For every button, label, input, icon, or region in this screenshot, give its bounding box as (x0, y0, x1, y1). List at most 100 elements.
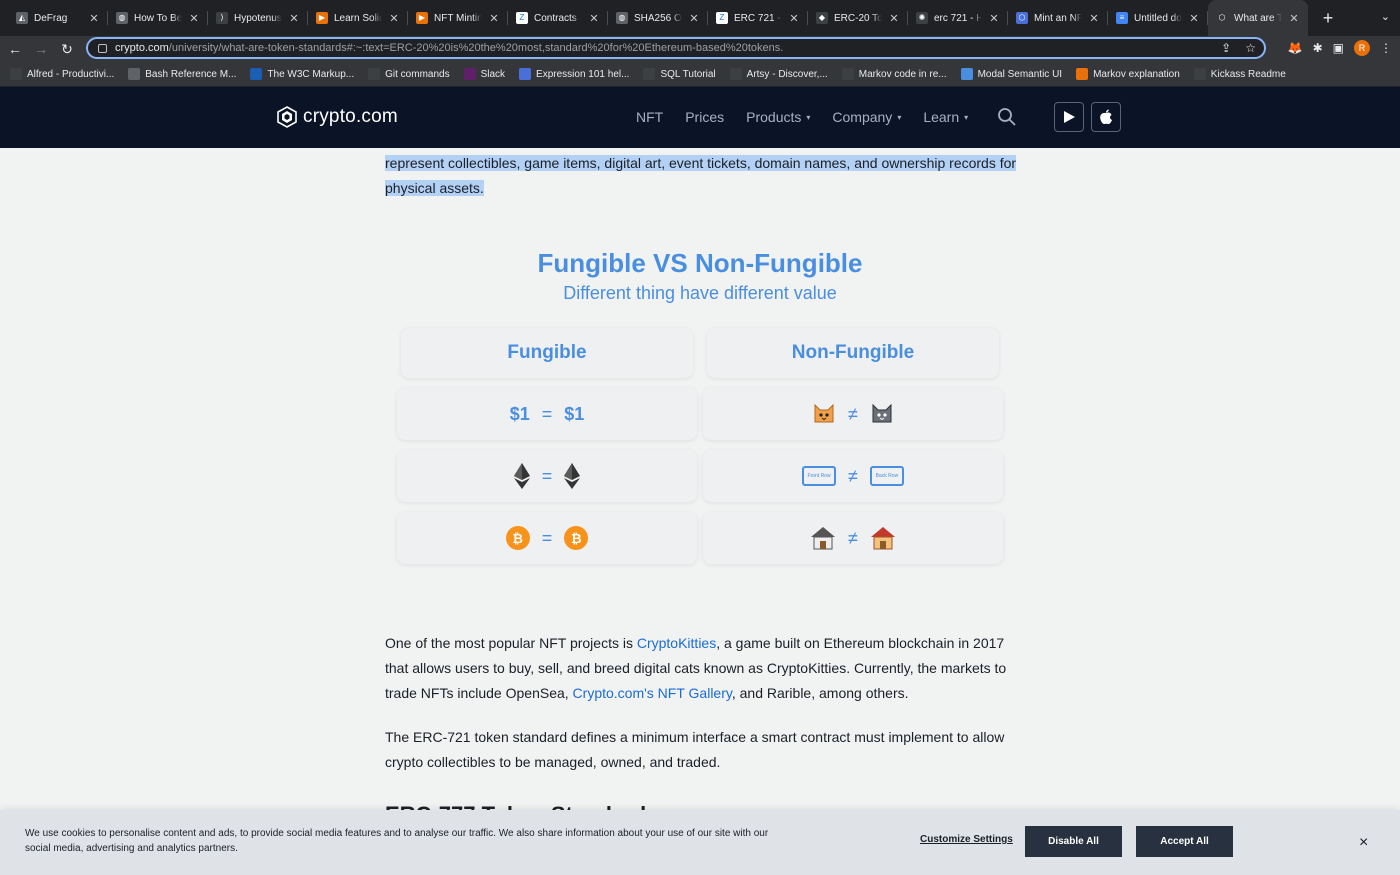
nav-company[interactable]: Company ▾ (832, 109, 901, 125)
gray-cat-icon (872, 403, 892, 423)
nft-gallery-link[interactable]: Crypto.com's NFT Gallery (573, 685, 732, 701)
tab-favicon-icon: ◍ (116, 12, 128, 24)
tab-close-icon[interactable]: ✕ (1188, 12, 1200, 25)
house-icon (870, 527, 895, 550)
tab-title: erc 721 - How (934, 12, 982, 24)
tab-close-icon[interactable]: ✕ (488, 12, 500, 25)
tab-close-icon[interactable]: ✕ (988, 12, 1000, 25)
tab-close-icon[interactable]: ✕ (1088, 12, 1100, 25)
tab-close-icon[interactable]: ✕ (1288, 12, 1300, 25)
bookmark-item[interactable]: Alfred - Productivi... (10, 68, 114, 80)
tab-favicon-icon: ◍ (616, 12, 628, 24)
tab-close-icon[interactable]: ✕ (88, 12, 100, 25)
chevron-down-icon: ▾ (806, 112, 811, 122)
article-content: represent collectibles, game items, digi… (0, 148, 1400, 875)
tab-close-icon[interactable]: ✕ (588, 12, 600, 25)
bookmark-item[interactable]: Expression 101 hel... (519, 68, 629, 80)
tab-search-icon[interactable]: ⌄ (1381, 10, 1390, 23)
equals-sign: = (541, 465, 553, 486)
tab-close-icon[interactable]: ✕ (188, 12, 200, 25)
bookmark-favicon-icon (1076, 68, 1089, 80)
bookmark-favicon-icon (1193, 68, 1206, 80)
extensions-puzzle-icon[interactable]: ✱ (1313, 41, 1323, 55)
bitcoin-icon: ₿ (564, 526, 589, 550)
browser-tab[interactable]: ▶ NFT Minting ✕ (408, 0, 508, 36)
nav-learn[interactable]: Learn ▾ (923, 109, 968, 125)
bookmark-item[interactable]: Bash Reference M... (128, 68, 236, 80)
tab-close-icon[interactable]: ✕ (888, 12, 900, 25)
front-row-label: Front Row (807, 473, 831, 479)
bookmark-item[interactable]: Git commands (368, 68, 450, 80)
bookmark-item[interactable]: Markov code in re... (841, 68, 947, 80)
bookmark-star-icon[interactable]: ☆ (1245, 41, 1256, 55)
bookmark-favicon-icon (519, 68, 532, 80)
crypto-logo[interactable]: crypto.com (277, 106, 398, 128)
nav-learn-label: Learn (923, 109, 960, 125)
bookmark-item[interactable]: The W3C Markup... (250, 68, 354, 80)
bookmark-item[interactable]: Artsy - Discover,... (729, 68, 828, 80)
share-icon[interactable]: ⇪ (1221, 41, 1231, 55)
tab-close-icon[interactable]: ✕ (688, 12, 700, 25)
site-header: crypto.com NFT Prices Products ▾ Company ▾… (0, 87, 1400, 148)
bookmark-favicon-icon (128, 68, 141, 80)
tab-title: Mint an NFT (1034, 12, 1082, 24)
google-play-button[interactable] (1054, 102, 1084, 132)
browser-tab[interactable]: ◍ How To Become ✕ (108, 0, 208, 36)
bookmark-label: Alfred - Productivi... (27, 68, 115, 80)
bookmark-item[interactable]: SQL Tutorial (643, 68, 716, 80)
browser-tab[interactable]: Z ERC 721 - OpenZeppelin ✕ (708, 0, 808, 36)
reload-icon[interactable]: ↻ (56, 41, 78, 58)
crypto-lion-icon (277, 106, 297, 128)
sidepanel-icon[interactable]: ▣ (1333, 41, 1344, 55)
browser-tab[interactable]: ✺ erc 721 - How ✕ (908, 0, 1008, 36)
tab-close-icon[interactable]: ✕ (288, 12, 300, 25)
app-store-button[interactable] (1091, 102, 1121, 132)
disable-all-button[interactable]: Disable All (1025, 826, 1122, 857)
main-menu: NFT Prices Products ▾ Company ▾ Learn ▾ (636, 109, 990, 125)
browser-tab[interactable]: ⟩ Hypotenuse ✕ (208, 0, 308, 36)
close-icon[interactable]: × (1359, 834, 1368, 852)
bookmark-favicon-icon (729, 68, 742, 80)
browser-menu-icon[interactable]: ⋮ (1380, 41, 1392, 55)
new-tab-icon[interactable]: + (1318, 8, 1338, 29)
browser-tab[interactable]: Z Contracts ✕ (508, 0, 608, 36)
highlight-line-2: physical assets. (385, 180, 484, 196)
browser-tab[interactable]: ▶ Learn Solidity ✕ (308, 0, 408, 36)
bookmark-favicon-icon (368, 68, 381, 80)
profile-avatar[interactable]: R (1354, 40, 1370, 56)
browser-tab[interactable]: ◆ ERC-20 Token ✕ (808, 0, 908, 36)
not-equals-sign: ≠ (848, 527, 858, 548)
tab-favicon-icon: ⬡ (1216, 12, 1228, 24)
forward-icon[interactable]: → (30, 41, 52, 57)
chevron-down-icon: ▾ (964, 112, 969, 122)
address-bar[interactable]: crypto.com/university/what-are-token-sta… (86, 37, 1266, 59)
bookmark-item[interactable]: Kickass Readme (1193, 68, 1286, 80)
nav-prices[interactable]: Prices (685, 109, 724, 125)
cryptokitties-link[interactable]: CryptoKitties (637, 635, 716, 651)
bookmark-item[interactable]: Modal Semantic UI (960, 68, 1062, 80)
metamask-extension-icon[interactable]: 🦊 (1288, 41, 1303, 55)
browser-tab[interactable]: ◍ SHA256 Online ✕ (608, 0, 708, 36)
browser-tab[interactable]: ⬡ What are Token ✕ (1208, 0, 1308, 36)
browser-tab-bar: ◭ DeFrag ✕ ◍ How To Become ✕ ⟩ Hypotenuse ✕ ▶ Lear… (0, 0, 1400, 36)
bookmark-item[interactable]: Markov explanation (1076, 68, 1180, 80)
p1-text-c: , and Rarible, among others. (731, 685, 909, 701)
lock-icon (98, 43, 107, 53)
fungible-header-label: Fungible (507, 342, 587, 363)
tab-title: SHA256 Online (634, 12, 682, 24)
browser-tab[interactable]: ◭ DeFrag ✕ (8, 0, 108, 36)
browser-tab[interactable]: ≡ Untitled document ✕ (1108, 0, 1208, 36)
tab-close-icon[interactable]: ✕ (388, 12, 400, 25)
nav-nft[interactable]: NFT (636, 109, 663, 125)
browser-tab[interactable]: ⬡ Mint an NFT ✕ (1008, 0, 1108, 36)
cookie-text: We use cookies to personalise content an… (25, 828, 769, 854)
nav-products[interactable]: Products ▾ (746, 109, 810, 125)
accept-all-button[interactable]: Accept All (1136, 826, 1233, 857)
back-icon[interactable]: ← (4, 41, 26, 57)
tab-close-icon[interactable]: ✕ (788, 12, 800, 25)
nonfungible-row-houses: ≠ (703, 512, 1003, 564)
search-icon[interactable] (997, 107, 1017, 127)
bookmark-label: Kickass Readme (1210, 68, 1286, 80)
customize-settings-link[interactable]: Customize Settings (920, 834, 1013, 845)
bookmark-item[interactable]: Slack (463, 68, 505, 80)
